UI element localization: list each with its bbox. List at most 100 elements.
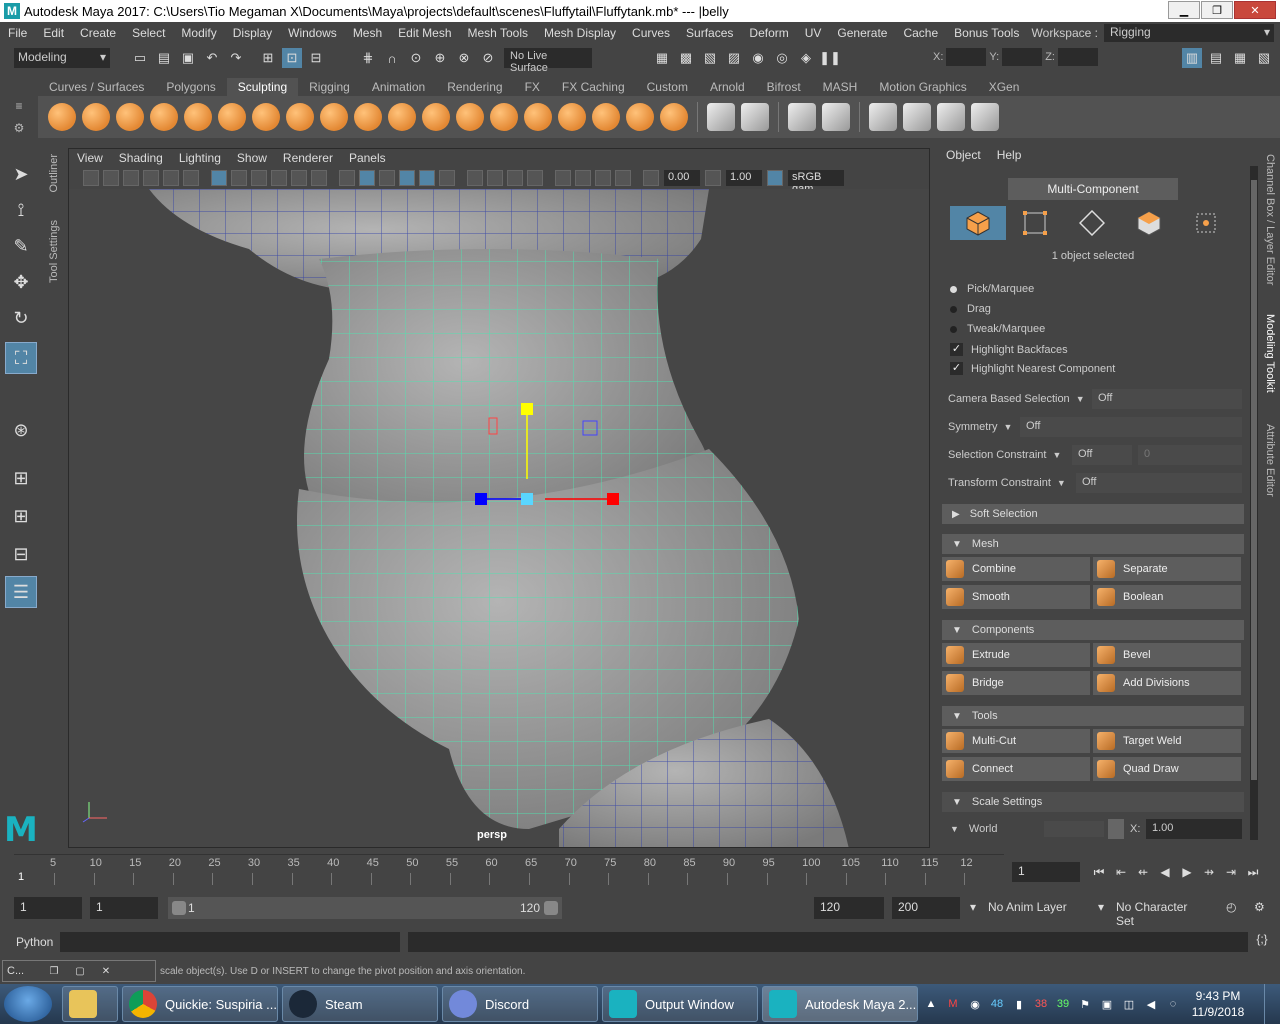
- highlight-nearest-component-checkbox[interactable]: ✓ Highlight Nearest Component: [950, 362, 1115, 375]
- film-gate-icon[interactable]: [231, 170, 247, 186]
- four-pane-layout-icon[interactable]: ⊞: [5, 500, 37, 532]
- scrape-tool-icon[interactable]: [422, 103, 450, 131]
- shelf-tab-menu-icon[interactable]: ≡: [15, 99, 22, 113]
- imprint-tool-icon[interactable]: [354, 103, 382, 131]
- taskbar-chrome[interactable]: Quickie: Suspiria ...: [122, 986, 278, 1022]
- add-divisions-button[interactable]: Add Divisions: [1093, 671, 1241, 695]
- vertex-mode-icon[interactable]: [1007, 206, 1063, 240]
- transform-constraint-value[interactable]: Off: [1076, 473, 1242, 493]
- scale-tool-icon[interactable]: ⛶: [5, 342, 37, 374]
- sculpt-tool-icon[interactable]: [48, 103, 76, 131]
- smooth-tool-icon[interactable]: [82, 103, 110, 131]
- go-to-start-icon[interactable]: ⏮: [1088, 862, 1110, 882]
- shadows-icon[interactable]: [467, 170, 483, 186]
- single-pane-layout-icon[interactable]: ⊞: [5, 462, 37, 494]
- menu-deform[interactable]: Deform: [741, 26, 796, 40]
- ipr-render-icon[interactable]: ▧: [700, 48, 720, 68]
- ambient-occlusion-icon[interactable]: [487, 170, 503, 186]
- isolate-select-icon[interactable]: [555, 170, 571, 186]
- preferences-icon[interactable]: ⚙: [1248, 897, 1270, 919]
- toolkit-menu-object[interactable]: Object: [938, 148, 989, 162]
- shelf-tab-bifrost[interactable]: Bifrost: [756, 78, 812, 96]
- taskbar-clock[interactable]: 9:43 PM 11/9/2018: [1180, 988, 1256, 1020]
- play-forwards-icon[interactable]: ▶: [1176, 862, 1198, 882]
- tray-temp-1[interactable]: 48: [988, 995, 1006, 1013]
- target-weld-button[interactable]: Target Weld: [1093, 729, 1241, 753]
- knife-tool-icon[interactable]: [490, 103, 518, 131]
- shelf-tab-fx[interactable]: FX: [514, 78, 551, 96]
- viewport-menu-lighting[interactable]: Lighting: [171, 151, 229, 165]
- camera-attributes-icon[interactable]: [103, 170, 119, 186]
- shelf-tab-fx-caching[interactable]: FX Caching: [551, 78, 636, 96]
- scale-settings-section[interactable]: ▼ Scale Settings: [942, 792, 1244, 812]
- freeze-tool-icon[interactable]: [626, 103, 654, 131]
- modeling-toolkit-toggle-icon[interactable]: ▥: [1182, 48, 1202, 68]
- connect-button[interactable]: Connect: [942, 757, 1090, 781]
- pause-icon[interactable]: ❚❚: [819, 48, 841, 68]
- menu-select[interactable]: Select: [124, 26, 173, 40]
- tray-device-icon[interactable]: ▣: [1098, 995, 1116, 1013]
- shelf-tab-curves-surfaces[interactable]: Curves / Surfaces: [38, 78, 155, 96]
- smear-tool-icon[interactable]: [524, 103, 552, 131]
- fill-tool-icon[interactable]: [456, 103, 484, 131]
- select-tool-icon[interactable]: ➤: [5, 158, 37, 190]
- playback-start-field[interactable]: 1: [90, 897, 158, 919]
- bulge-tool-icon[interactable]: [558, 103, 586, 131]
- mesh-display-icon[interactable]: [869, 103, 897, 131]
- close-button[interactable]: ✕: [1234, 1, 1276, 19]
- save-scene-icon[interactable]: ▣: [178, 48, 198, 68]
- close-icon[interactable]: ✕: [95, 963, 117, 979]
- camera-icon[interactable]: [83, 170, 99, 186]
- boolean-button[interactable]: Boolean: [1093, 585, 1241, 609]
- snap-grid-icon[interactable]: ⋕: [358, 48, 378, 68]
- open-scene-icon[interactable]: ▤: [154, 48, 174, 68]
- channel-box-tab[interactable]: Channel Box / Layer Editor: [1264, 154, 1276, 285]
- current-frame-field[interactable]: 1: [1012, 862, 1080, 882]
- select-hierarchy-icon[interactable]: ⊞: [258, 48, 278, 68]
- hypershade-icon[interactable]: ◉: [748, 48, 768, 68]
- smooth-shading-icon[interactable]: [359, 170, 375, 186]
- object-mode-icon[interactable]: [950, 206, 1006, 240]
- repeat-tool-icon[interactable]: [320, 103, 348, 131]
- dropdown-arrow-icon[interactable]: ▼: [1004, 422, 1013, 432]
- minimized-window[interactable]: C... ❐ ▢ ✕: [2, 960, 156, 982]
- grease-pencil-icon[interactable]: [183, 170, 199, 186]
- end-time-field[interactable]: 200: [892, 897, 960, 919]
- toolkit-menu-help[interactable]: Help: [989, 148, 1030, 162]
- viewport-menu-panels[interactable]: Panels: [341, 151, 394, 165]
- dropdown-arrow-icon[interactable]: ▾: [1092, 897, 1110, 919]
- field-chart-icon[interactable]: [291, 170, 307, 186]
- taskbar-steam[interactable]: Steam: [282, 986, 438, 1022]
- extrude-button[interactable]: Extrude: [942, 643, 1090, 667]
- dropdown-arrow-icon[interactable]: ▼: [1076, 394, 1085, 404]
- viewport-menu-renderer[interactable]: Renderer: [275, 151, 341, 165]
- menu-curves[interactable]: Curves: [624, 26, 678, 40]
- menu-mesh-display[interactable]: Mesh Display: [536, 26, 624, 40]
- tool-settings-toggle-icon[interactable]: ▦: [1230, 48, 1250, 68]
- color-management-icon[interactable]: [767, 170, 783, 186]
- tool-settings-tab[interactable]: Tool Settings: [48, 220, 60, 283]
- use-all-lights-icon[interactable]: [439, 170, 455, 186]
- tray-bars-icon[interactable]: ▮: [1010, 995, 1028, 1013]
- network-icon[interactable]: ◫: [1120, 995, 1138, 1013]
- lasso-tool-icon[interactable]: ⟟: [5, 194, 37, 226]
- menu-display[interactable]: Display: [225, 26, 280, 40]
- restore-icon[interactable]: ❐: [43, 963, 65, 979]
- resolution-gate-icon[interactable]: [251, 170, 267, 186]
- pinch-tool-icon[interactable]: [184, 103, 212, 131]
- menu-set-dropdown[interactable]: Modeling: [14, 48, 110, 68]
- bevel-button[interactable]: Bevel: [1093, 643, 1241, 667]
- step-back-frame-icon[interactable]: ⇤: [1110, 862, 1132, 882]
- character-tool-icon[interactable]: [822, 103, 850, 131]
- gamma-icon[interactable]: [705, 170, 721, 186]
- shelf-tab-sculpting[interactable]: Sculpting: [226, 78, 299, 96]
- xray-components-icon[interactable]: [615, 170, 631, 186]
- combine-button[interactable]: Combine: [942, 557, 1090, 581]
- edge-mode-icon[interactable]: [1064, 206, 1120, 240]
- redo-icon[interactable]: ↷: [226, 48, 246, 68]
- action-center-flag-icon[interactable]: ⚑: [1076, 995, 1094, 1013]
- foamy-tool-icon[interactable]: [252, 103, 280, 131]
- menu-mesh-tools[interactable]: Mesh Tools: [460, 26, 536, 40]
- pick-marquee-radio[interactable]: Pick/Marquee: [950, 283, 1034, 295]
- tray-temp-2[interactable]: 38: [1032, 995, 1050, 1013]
